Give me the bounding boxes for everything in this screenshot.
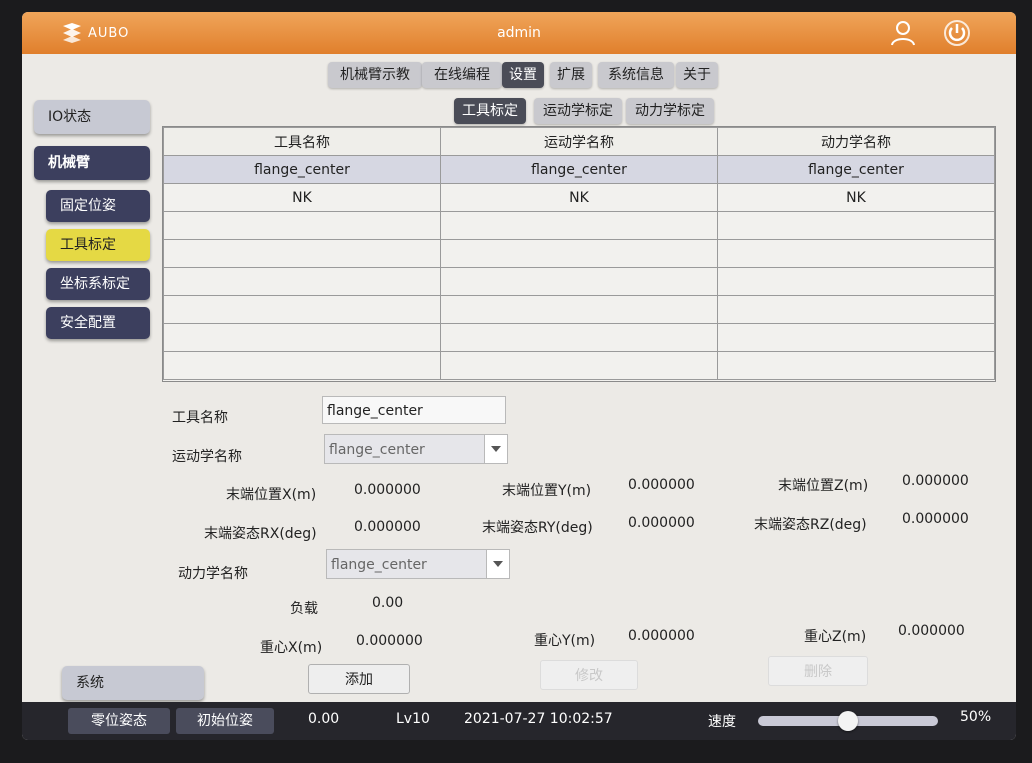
kinematics-name-label: 运动学名称 [172, 449, 242, 465]
table-row-empty [163, 295, 995, 324]
table-cell: NK [717, 183, 995, 212]
speed-slider-handle[interactable] [838, 711, 858, 731]
cog-x-value: 0.000000 [356, 633, 423, 649]
cog-z-label: 重心Z(m) [804, 629, 867, 645]
cog-x-label: 重心X(m) [260, 640, 323, 656]
dynamics-name-label: 动力学名称 [178, 566, 248, 582]
load-label: 负载 [290, 601, 318, 617]
speed-slider[interactable] [758, 711, 938, 731]
add-button[interactable]: 添加 [308, 664, 410, 694]
zero-pose-button[interactable]: 零位姿态 [68, 708, 170, 734]
chevron-down-icon[interactable] [486, 550, 509, 578]
table-header: 工具名称 运动学名称 动力学名称 [163, 127, 995, 156]
load-value: 0.00 [372, 595, 404, 611]
table-row[interactable]: flange_center flange_center flange_cente… [163, 155, 995, 184]
sidebar-item-io-status[interactable]: IO状态 [34, 100, 150, 134]
sidebar-item-system[interactable]: 系统 [62, 666, 204, 700]
table-cell: flange_center [440, 155, 718, 184]
end-pos-y-value: 0.000000 [628, 477, 695, 493]
logged-in-user: admin [497, 25, 541, 41]
dynamics-name-select[interactable]: flange_center [326, 549, 510, 579]
table-row-empty [163, 323, 995, 352]
power-icon[interactable] [942, 18, 972, 48]
end-rx-value: 0.000000 [354, 519, 421, 535]
table-row-empty [163, 267, 995, 296]
speed-label: 速度 [708, 714, 736, 730]
end-pos-z-label: 末端位置Z(m) [778, 478, 869, 494]
subtab-kinematics-calibration[interactable]: 运动学标定 [534, 98, 622, 124]
table-cell: NK [163, 183, 441, 212]
init-pose-button[interactable]: 初始位姿 [176, 708, 274, 734]
end-ry-value: 0.000000 [628, 515, 695, 531]
tool-name-label: 工具名称 [172, 410, 228, 426]
end-rz-label: 末端姿态RZ(deg) [754, 517, 867, 533]
kinematics-name-value: flange_center [329, 442, 425, 458]
tab-system-info[interactable]: 系统信息 [598, 62, 674, 88]
tab-about[interactable]: 关于 [676, 62, 718, 88]
tool-name-input[interactable]: flange_center [322, 396, 506, 424]
end-rz-value: 0.000000 [902, 511, 969, 527]
table-row[interactable]: NK NK NK [163, 183, 995, 212]
table-cell: NK [440, 183, 718, 212]
subtab-dynamics-calibration[interactable]: 动力学标定 [626, 98, 714, 124]
chevron-down-icon[interactable] [484, 435, 507, 463]
screen: AUBO admin 机械臂示教 在线编程 设置 扩展 系统信息 关于 工具标定… [22, 12, 1016, 740]
column-header-tool-name: 工具名称 [163, 127, 441, 156]
cog-y-label: 重心Y(m) [534, 633, 596, 649]
sidebar-item-robot-arm[interactable]: 机械臂 [34, 146, 150, 180]
user-icon[interactable] [888, 18, 918, 48]
title-bar: AUBO admin [22, 12, 1016, 54]
delete-button[interactable]: 删除 [768, 656, 868, 686]
table-row-empty [163, 239, 995, 268]
column-header-dynamics-name: 动力学名称 [717, 127, 995, 156]
tab-settings[interactable]: 设置 [502, 62, 544, 88]
datetime: 2021-07-27 10:02:57 [464, 711, 613, 727]
tool-table: 工具名称 运动学名称 动力学名称 flange_center flange_ce… [162, 126, 996, 382]
status-bar: 零位姿态 初始位姿 0.00 Lv10 2021-07-27 10:02:57 … [22, 702, 1016, 740]
column-header-kinematics-name: 运动学名称 [440, 127, 718, 156]
end-pos-y-label: 末端位置Y(m) [502, 483, 592, 499]
sidebar-item-safety-config[interactable]: 安全配置 [46, 307, 150, 339]
sidebar-item-tool-calibration[interactable]: 工具标定 [46, 229, 150, 261]
table-row-empty [163, 211, 995, 240]
end-pos-x-value: 0.000000 [354, 482, 421, 498]
table-cell: flange_center [717, 155, 995, 184]
modify-button[interactable]: 修改 [540, 660, 638, 690]
level-indicator: Lv10 [396, 711, 430, 727]
subtab-tool-calibration[interactable]: 工具标定 [454, 98, 526, 124]
sidebar-item-frame-calibration[interactable]: 坐标系标定 [46, 268, 150, 300]
end-ry-label: 末端姿态RY(deg) [482, 520, 593, 536]
table-cell: flange_center [163, 155, 441, 184]
tab-arm-teach[interactable]: 机械臂示教 [328, 62, 422, 88]
speed-percent: 50% [960, 709, 992, 725]
end-pos-x-label: 末端位置X(m) [226, 487, 317, 503]
cog-y-value: 0.000000 [628, 628, 695, 644]
sidebar-item-fixed-pose[interactable]: 固定位姿 [46, 190, 150, 222]
table-row-empty [163, 351, 995, 380]
tab-online-programming[interactable]: 在线编程 [422, 62, 502, 88]
dynamics-name-value: flange_center [331, 557, 427, 573]
tab-extensions[interactable]: 扩展 [550, 62, 592, 88]
end-pos-z-value: 0.000000 [902, 473, 969, 489]
status-value: 0.00 [308, 711, 340, 727]
kinematics-name-select[interactable]: flange_center [324, 434, 508, 464]
end-rx-label: 末端姿态RX(deg) [204, 526, 317, 542]
cog-z-value: 0.000000 [898, 623, 965, 639]
